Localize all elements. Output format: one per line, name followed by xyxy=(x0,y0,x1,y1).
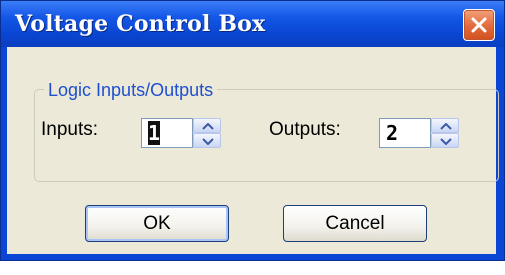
outputs-spin-up-button[interactable] xyxy=(431,118,459,133)
outputs-spinner xyxy=(431,118,459,148)
chevron-up-icon xyxy=(440,123,452,130)
inputs-label: Inputs: xyxy=(41,119,99,140)
inputs-spinner xyxy=(193,118,221,148)
inputs-field[interactable]: 1 xyxy=(141,118,193,148)
title-bar[interactable]: Voltage Control Box xyxy=(1,1,504,47)
inputs-value: 1 xyxy=(148,121,161,145)
outputs-value: 2 xyxy=(386,121,399,145)
cancel-button[interactable]: Cancel xyxy=(283,205,427,242)
window-title: Voltage Control Box xyxy=(15,11,266,37)
outputs-spin-down-button[interactable] xyxy=(431,133,459,148)
inputs-spin-down-button[interactable] xyxy=(193,133,221,148)
close-icon xyxy=(471,17,487,33)
chevron-down-icon xyxy=(440,138,452,145)
ok-button[interactable]: OK xyxy=(85,205,229,242)
chevron-up-icon xyxy=(202,123,214,130)
groupbox-label: Logic Inputs/Outputs xyxy=(44,80,218,101)
dialog-window: Voltage Control Box Logic Inputs/Outputs… xyxy=(0,0,505,261)
window-frame-bottom xyxy=(1,254,504,260)
chevron-down-icon xyxy=(202,138,214,145)
close-button[interactable] xyxy=(463,9,495,41)
inputs-spin-up-button[interactable] xyxy=(193,118,221,133)
outputs-label: Outputs: xyxy=(269,119,341,140)
dialog-body: Logic Inputs/Outputs Inputs: 1 Outputs: … xyxy=(7,47,499,254)
outputs-field[interactable]: 2 xyxy=(379,118,431,148)
